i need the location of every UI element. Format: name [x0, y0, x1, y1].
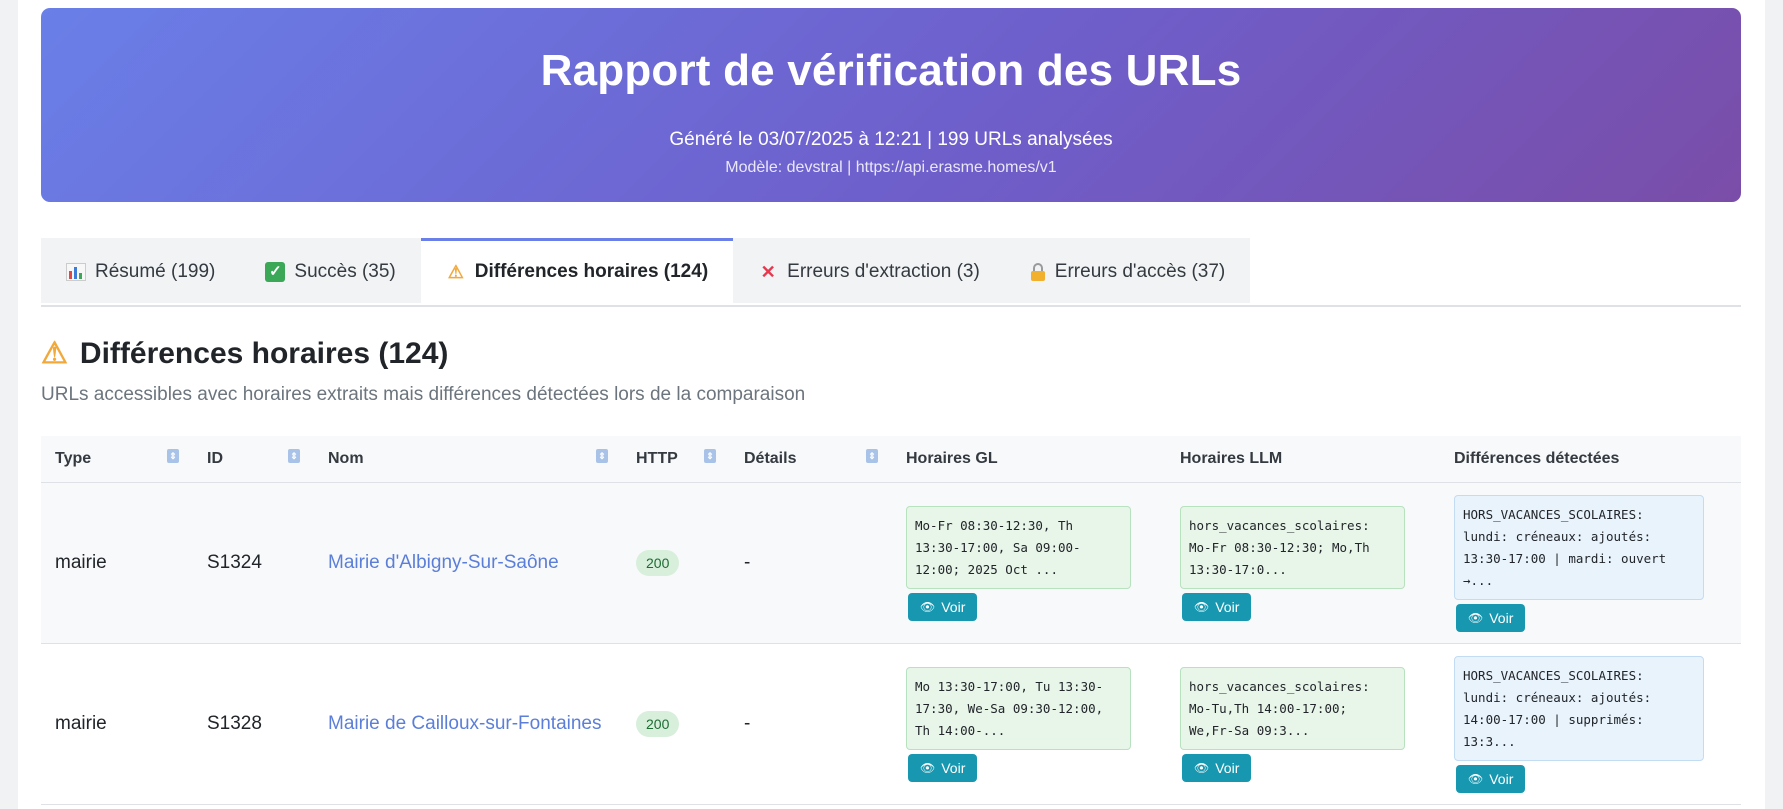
column-header-details[interactable]: Détails ⇕	[730, 436, 892, 483]
tab-label: Erreurs d'extraction (3)	[787, 261, 980, 282]
tab-erreurs-acces[interactable]: Erreurs d'accès (37)	[1004, 238, 1251, 303]
eye-icon: 👁	[920, 760, 936, 775]
horaires-llm-preview: hors_vacances_scolaires: Mo-Fr 08:30-12:…	[1180, 505, 1405, 589]
voir-button[interactable]: 👁 Voir	[1456, 764, 1526, 793]
cell-horaires-llm: hors_vacances_scolaires: Mo-Tu,Th 14:00-…	[1166, 644, 1440, 805]
http-status-badge: 200	[636, 711, 680, 737]
tab-erreurs-extraction[interactable]: ✕ Erreurs d'extraction (3)	[733, 238, 1005, 303]
cell-type: mairie	[55, 552, 107, 573]
name-link[interactable]: Mairie de Cailloux-sur-Fontaines	[328, 713, 602, 734]
cell-differences: HORS_VACANCES_SCOLAIRES: lundi: créneaux…	[1440, 483, 1741, 644]
differences-preview: HORS_VACANCES_SCOLAIRES: lundi: créneaux…	[1454, 655, 1704, 761]
tab-label: Différences horaires (124)	[474, 261, 709, 282]
horaires-gl-preview: Mo-Fr 08:30-12:30, Th 13:30-17:00, Sa 09…	[906, 505, 1131, 589]
tab-differences[interactable]: ⚠ Différences horaires (124)	[420, 238, 734, 303]
cell-details: -	[744, 713, 751, 734]
sort-icon[interactable]: ⇕	[288, 449, 300, 463]
cell-differences: HORS_VACANCES_SCOLAIRES: lundi: créneaux…	[1440, 644, 1741, 805]
cell-http: 200	[622, 483, 730, 644]
horaires-gl-preview: Mo 13:30-17:00, Tu 13:30-17:30, We-Sa 09…	[906, 666, 1131, 750]
voir-button[interactable]: 👁 Voir	[908, 592, 978, 621]
report-subtitle: Généré le 03/07/2025 à 12:21 | 199 URLs …	[669, 129, 1113, 150]
cell-http: 200	[622, 644, 730, 805]
cell-nom: Mairie de Cailloux-sur-Fontaines	[314, 644, 622, 805]
tab-succes[interactable]: ✓ Succès (35)	[240, 238, 421, 303]
voir-button[interactable]: 👁 Voir	[1182, 753, 1252, 782]
eye-icon: 👁	[920, 599, 936, 614]
section-heading: ⚠ Différences horaires (124)	[41, 336, 448, 371]
voir-button[interactable]: 👁 Voir	[908, 753, 978, 782]
table-header-row: Type ⇕ ID ⇕ Nom ⇕ HTTP ⇕ Détails ⇕ Horaires G…	[41, 436, 1741, 483]
report-header: Rapport de vérification des URLs Généré …	[41, 8, 1741, 202]
model-info: Modèle: devstral | https://api.erasme.ho…	[725, 159, 1057, 176]
differences-preview: HORS_VACANCES_SCOLAIRES: lundi: créneaux…	[1454, 494, 1704, 600]
sort-icon[interactable]: ⇕	[866, 449, 878, 463]
cell-horaires-gl: Mo-Fr 08:30-12:30, Th 13:30-17:00, Sa 09…	[892, 483, 1166, 644]
section-title: Différences horaires (124)	[79, 336, 449, 370]
check-icon: ✓	[265, 262, 286, 282]
eye-icon: 👁	[1194, 760, 1210, 775]
cell-id: S1328	[207, 713, 262, 734]
warning-icon: ⚠	[41, 337, 68, 370]
cell-type: mairie	[55, 713, 107, 734]
tab-label: Erreurs d'accès (37)	[1054, 261, 1226, 282]
cross-icon: ✕	[760, 261, 776, 282]
tab-label: Succès (35)	[294, 261, 396, 282]
sort-icon[interactable]: ⇕	[596, 449, 608, 463]
voir-button[interactable]: 👁 Voir	[1456, 603, 1526, 632]
table-row: mairie S1328 Mairie de Cailloux-sur-Font…	[41, 644, 1741, 805]
sort-icon[interactable]: ⇕	[167, 449, 179, 463]
column-header-horaires-gl: Horaires GL	[892, 436, 1166, 483]
column-header-nom[interactable]: Nom ⇕	[314, 436, 622, 483]
eye-icon: 👁	[1468, 771, 1484, 786]
column-header-type[interactable]: Type ⇕	[41, 436, 193, 483]
tab-label: Résumé (199)	[95, 261, 216, 282]
voir-button[interactable]: 👁 Voir	[1182, 592, 1252, 621]
sort-icon[interactable]: ⇕	[704, 449, 716, 463]
eye-icon: 👁	[1468, 610, 1484, 625]
eye-icon: 👁	[1194, 599, 1210, 614]
column-header-http[interactable]: HTTP ⇕	[622, 436, 730, 483]
column-header-horaires-llm: Horaires LLM	[1166, 436, 1440, 483]
column-header-differences: Différences détectées	[1440, 436, 1741, 483]
cell-details: -	[744, 552, 751, 573]
cell-horaires-llm: hors_vacances_scolaires: Mo-Fr 08:30-12:…	[1166, 483, 1440, 644]
bar-chart-icon	[66, 263, 86, 281]
name-link[interactable]: Mairie d'Albigny-Sur-Saône	[328, 552, 559, 573]
cell-id: S1324	[207, 552, 262, 573]
table-row: mairie S1324 Mairie d'Albigny-Sur-Saône …	[41, 482, 1741, 644]
lock-icon	[1030, 263, 1046, 281]
cell-nom: Mairie d'Albigny-Sur-Saône	[314, 483, 622, 644]
section-description: URLs accessibles avec horaires extraits …	[41, 384, 806, 405]
http-status-badge: 200	[636, 550, 680, 576]
differences-table: Type ⇕ ID ⇕ Nom ⇕ HTTP ⇕ Détails ⇕ Horaires G…	[41, 436, 1741, 805]
column-header-id[interactable]: ID ⇕	[193, 436, 314, 483]
warning-icon: ⚠	[447, 261, 464, 282]
horaires-llm-preview: hors_vacances_scolaires: Mo-Tu,Th 14:00-…	[1180, 666, 1405, 750]
tab-resume[interactable]: Résumé (199)	[41, 238, 241, 303]
page-title: Rapport de vérification des URLs	[540, 46, 1242, 95]
tab-bar: Résumé (199) ✓ Succès (35) ⚠ Différences…	[41, 238, 1741, 307]
cell-horaires-gl: Mo 13:30-17:00, Tu 13:30-17:30, We-Sa 09…	[892, 644, 1166, 805]
